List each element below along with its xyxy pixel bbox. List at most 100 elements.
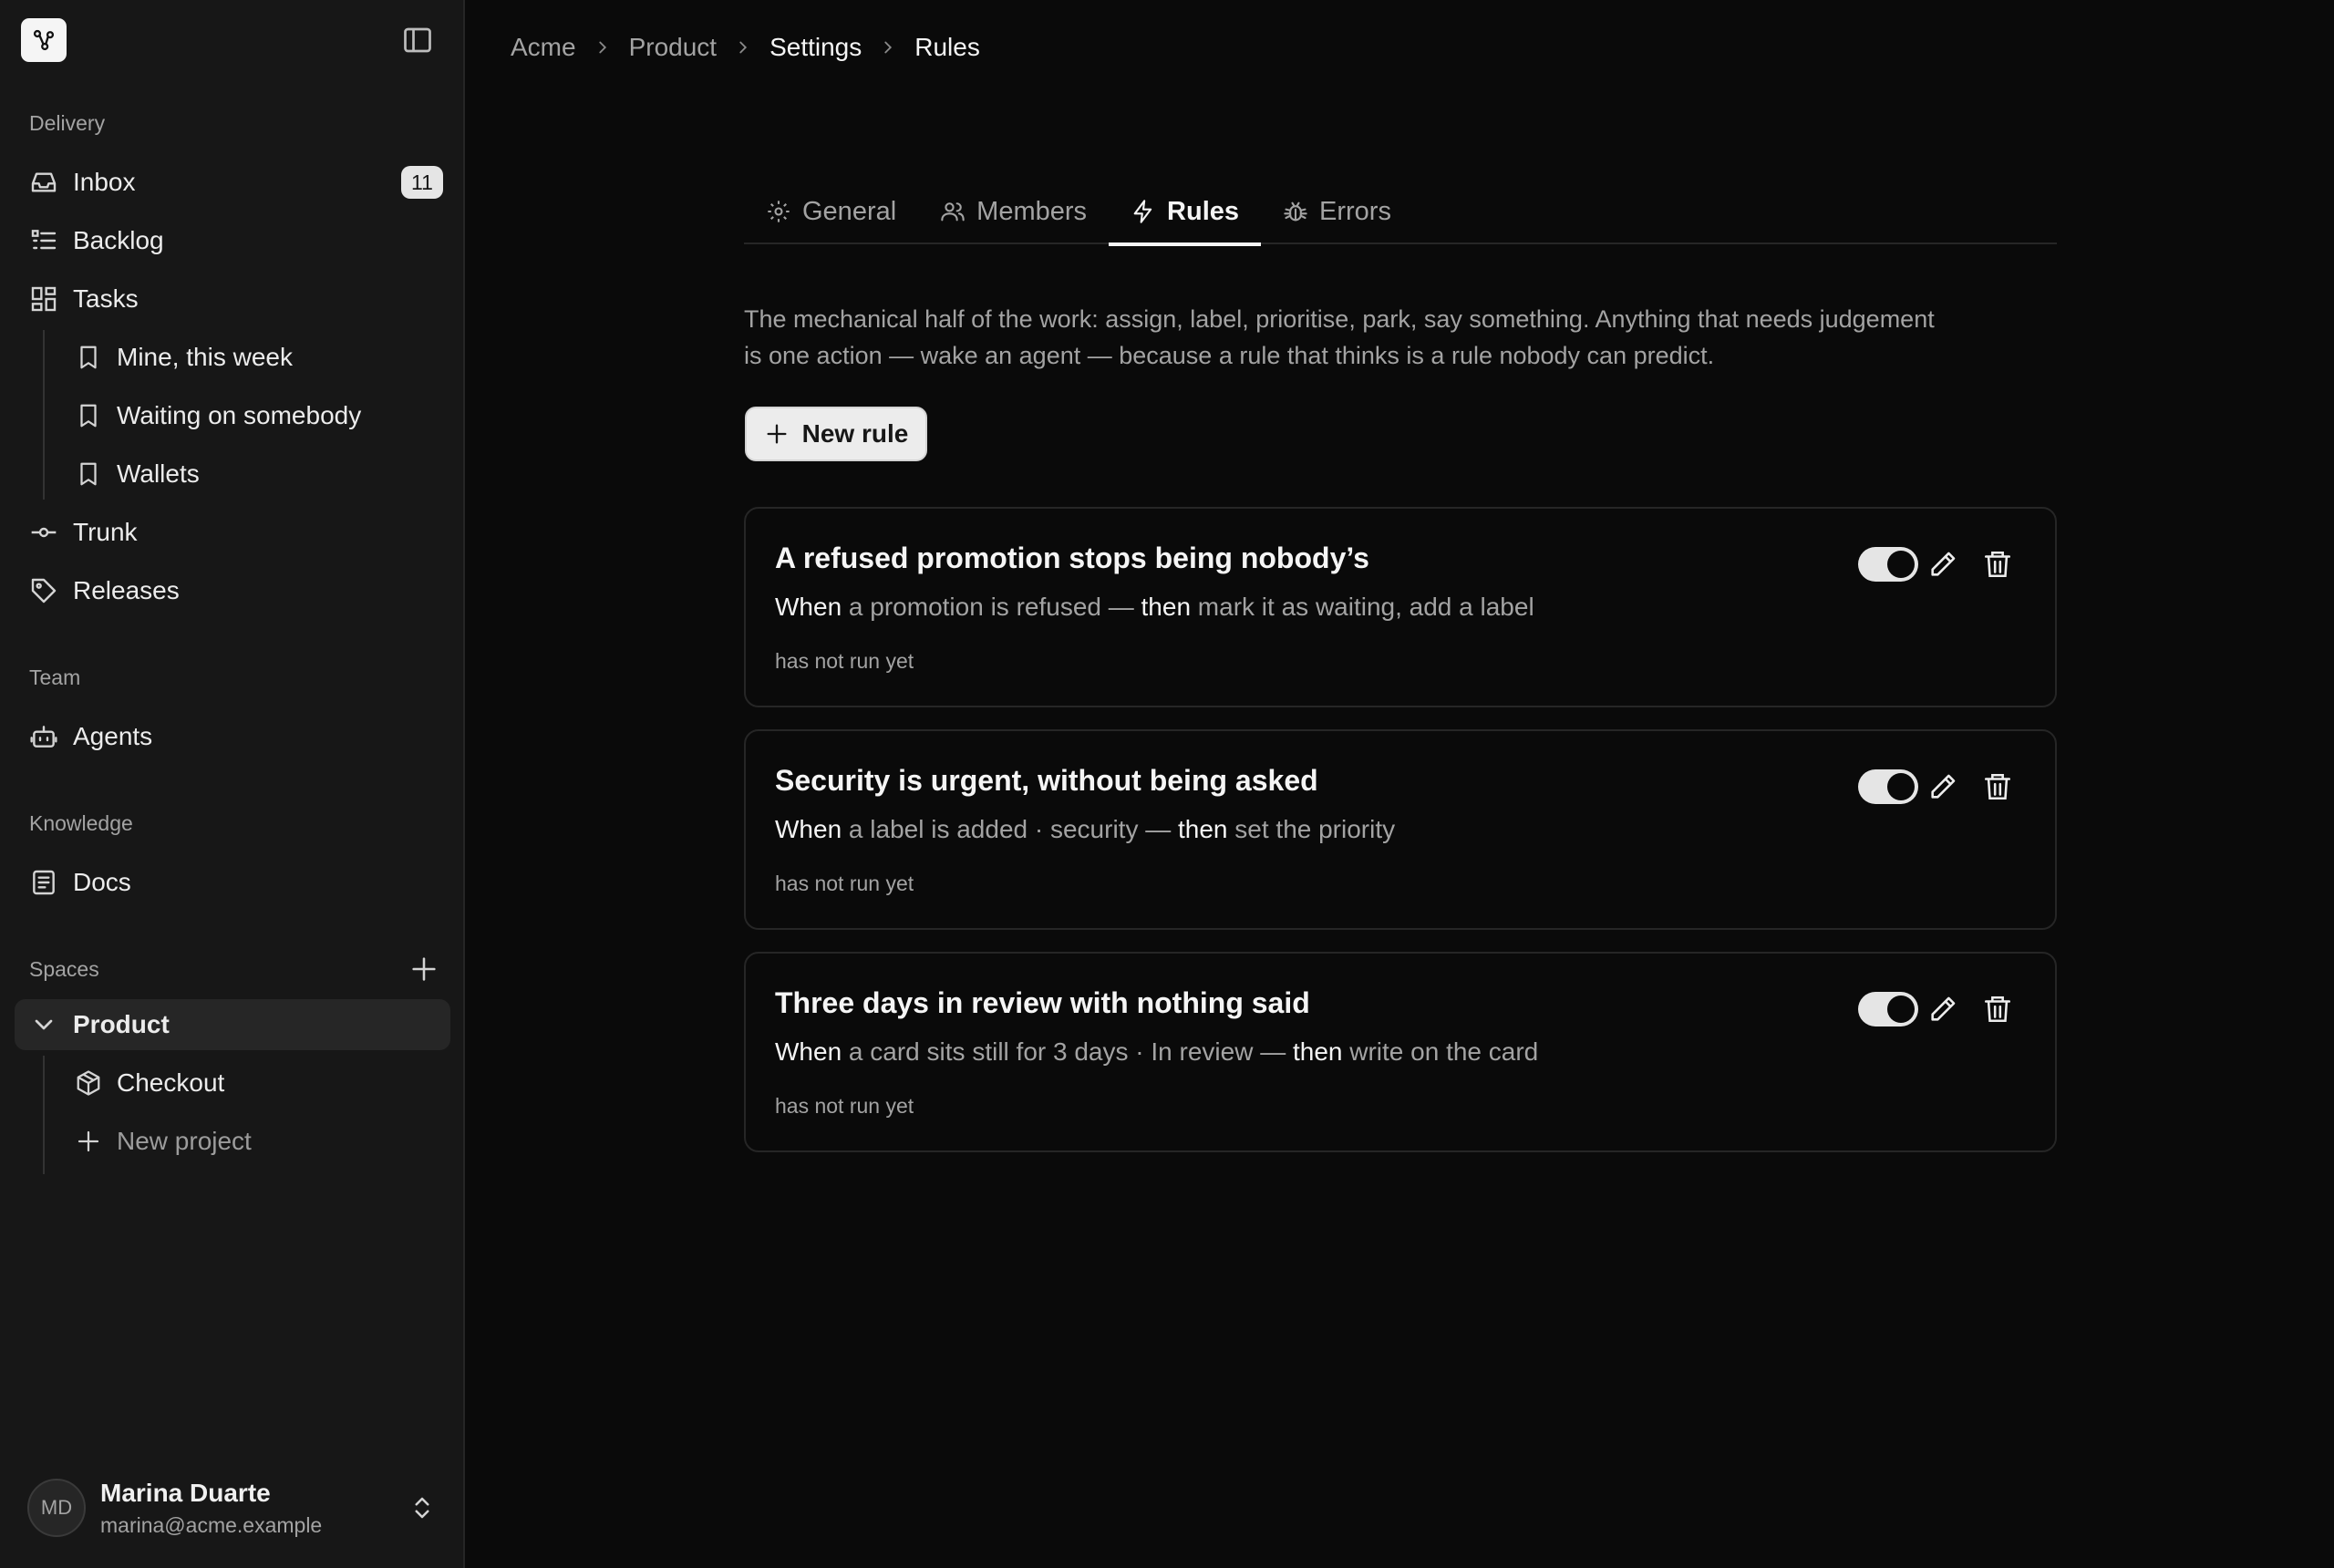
user-name: Marina Duarte (100, 1478, 271, 1507)
tag-icon (29, 576, 58, 605)
when-keyword: When (775, 815, 842, 843)
grid-icon (29, 284, 58, 314)
sidebar-item-waiting-on-somebody[interactable]: Waiting on somebody (60, 390, 450, 441)
tab-label: General (802, 196, 897, 226)
rule-action: mark it as waiting, add a label (1191, 593, 1534, 621)
section-label-team: Team (29, 665, 81, 689)
rule-status: has not run yet (775, 649, 914, 673)
new-rule-button[interactable]: New rule (745, 407, 927, 461)
bookmark-icon (75, 460, 102, 488)
user-menu[interactable]: MD Marina Duarte marina@acme.example (15, 1464, 450, 1552)
chevron-right-icon (878, 37, 898, 57)
sidebar-item-docs[interactable]: Docs (15, 857, 450, 908)
plus-icon (764, 421, 790, 447)
section-label-knowledge: Knowledge (29, 811, 133, 835)
chevron-down-icon (29, 1010, 58, 1039)
tab-general[interactable]: General (744, 179, 918, 244)
sidebar-item-tasks[interactable]: Tasks (15, 273, 450, 325)
sidebar-item-label: Wallets (117, 459, 200, 488)
sidebar-item-mine-this-week[interactable]: Mine, this week (60, 332, 450, 383)
new-rule-label: New rule (801, 419, 909, 448)
then-keyword: then (1292, 1037, 1343, 1066)
rule-card: A refused promotion stops being nobody’s… (744, 507, 2057, 707)
sidebar-item-backlog[interactable]: Backlog (15, 215, 450, 266)
toggle-knob (1887, 995, 1915, 1023)
tab-label: Rules (1167, 196, 1240, 226)
sidebar-item-label: New project (117, 1127, 252, 1155)
toggle-knob (1887, 773, 1915, 800)
rule-description: When a card sits still for 3 days · In r… (775, 1037, 1538, 1067)
trash-icon[interactable] (1982, 771, 2013, 802)
sidebar-item-product[interactable]: Product (15, 999, 450, 1050)
sidebar-item-label: Trunk (73, 518, 138, 546)
toggle-knob (1887, 551, 1915, 578)
rule-enabled-toggle[interactable] (1858, 992, 1918, 1026)
bookmark-icon (75, 344, 102, 371)
pencil-icon[interactable] (1927, 771, 1958, 802)
then-keyword: then (1178, 815, 1228, 843)
breadcrumb-item-acme[interactable]: Acme (511, 33, 576, 62)
sidebar-item-trunk[interactable]: Trunk (15, 507, 450, 558)
bug-icon (1283, 199, 1308, 224)
tab-members[interactable]: Members (918, 179, 1109, 244)
sidebar-item-checkout[interactable]: Checkout (60, 1057, 450, 1109)
rule-card: Security is urgent, without being asked … (744, 729, 2057, 930)
plus-icon (75, 1128, 102, 1155)
gear-icon (766, 199, 791, 224)
sidebar-item-label: Product (73, 1010, 170, 1038)
breadcrumb: Acme Product Settings Rules (511, 33, 980, 62)
sidebar-item-inbox[interactable]: Inbox 11 (15, 157, 450, 208)
inbox-icon (29, 168, 58, 197)
breadcrumb-item-product[interactable]: Product (629, 33, 718, 62)
pencil-icon[interactable] (1927, 549, 1958, 580)
sidebar-item-wallets[interactable]: Wallets (60, 449, 450, 500)
sidebar-item-releases[interactable]: Releases (15, 565, 450, 616)
commit-icon (29, 518, 58, 547)
rule-status: has not run yet (775, 872, 914, 895)
when-keyword: When (775, 1037, 842, 1066)
trash-icon[interactable] (1982, 994, 2013, 1025)
bookmark-icon (75, 402, 102, 429)
tab-label: Members (976, 196, 1088, 226)
sidebar-item-label: Agents (73, 722, 153, 750)
sidebar-item-label: Inbox (73, 168, 136, 196)
rule-action: set the priority (1227, 815, 1396, 843)
rule-title: A refused promotion stops being nobody’s (775, 542, 1369, 574)
when-keyword: When (775, 593, 842, 621)
tree-line (43, 330, 45, 500)
list-icon (29, 226, 58, 255)
rule-description: When a promotion is refused — then mark … (775, 593, 1534, 622)
sidebar-toggle-icon[interactable] (401, 24, 434, 57)
trash-icon[interactable] (1982, 549, 2013, 580)
section-label-delivery: Delivery (29, 111, 106, 135)
tab-errors[interactable]: Errors (1261, 179, 1413, 244)
rule-status: has not run yet (775, 1094, 914, 1118)
rule-trigger: a label is added · security — (842, 815, 1178, 843)
sidebar-item-label: Checkout (117, 1068, 225, 1097)
tree-line (43, 1056, 45, 1174)
sidebar-item-label: Backlog (73, 226, 164, 254)
user-email: marina@acme.example (100, 1512, 323, 1537)
sidebar-item-label: Docs (73, 868, 131, 896)
rule-enabled-toggle[interactable] (1858, 769, 1918, 804)
rule-enabled-toggle[interactable] (1858, 547, 1918, 582)
app-logo[interactable] (21, 18, 67, 62)
tab-label: Errors (1319, 196, 1391, 226)
sidebar-item-label: Waiting on somebody (117, 401, 362, 429)
sidebar-item-label: Mine, this week (117, 343, 293, 371)
chevron-right-icon (733, 37, 753, 57)
sidebar-item-agents[interactable]: Agents (15, 711, 450, 762)
add-space-icon[interactable] (408, 954, 439, 985)
breadcrumb-item-settings[interactable]: Settings (769, 33, 862, 62)
pencil-icon[interactable] (1927, 994, 1958, 1025)
tab-rules[interactable]: Rules (1109, 179, 1261, 246)
chevron-up-down-icon (408, 1493, 436, 1522)
users-icon (940, 199, 966, 224)
section-label-spaces: Spaces (29, 957, 99, 981)
rule-action: write on the card (1342, 1037, 1539, 1066)
user-info: Marina Duarte marina@acme.example (100, 1479, 322, 1538)
sidebar-item-new-project[interactable]: New project (60, 1116, 450, 1167)
logo-icon (31, 27, 57, 53)
breadcrumb-item-rules: Rules (914, 33, 980, 61)
rule-trigger: a card sits still for 3 days · In review… (842, 1037, 1293, 1066)
